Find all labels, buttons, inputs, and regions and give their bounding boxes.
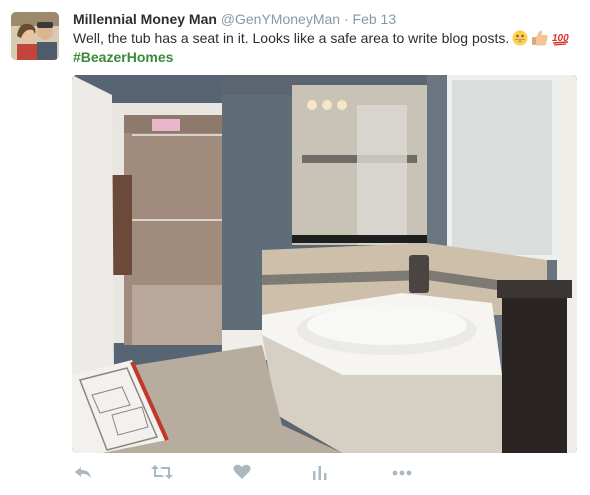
author-name[interactable]: Millennial Money Man — [73, 11, 217, 27]
grinning-face-icon — [512, 30, 528, 51]
avatar-image — [11, 12, 59, 60]
author-handle[interactable]: @GenYMoneyMan — [221, 11, 340, 27]
reply-icon[interactable] — [74, 462, 96, 484]
bathroom-photo — [72, 75, 577, 453]
hashtag-link[interactable]: #BeazerHomes — [73, 48, 173, 67]
tweet-timestamp[interactable]: Feb 13 — [353, 11, 397, 27]
tweet-photo[interactable] — [72, 75, 577, 453]
tweet-header: Millennial Money Man @GenYMoneyMan · Feb… — [73, 10, 396, 28]
retweet-icon[interactable] — [151, 462, 173, 484]
tweet-card: Millennial Money Man @GenYMoneyMan · Feb… — [0, 0, 590, 495]
hundred-points-icon: 100 — [552, 30, 570, 51]
more-icon[interactable] — [391, 462, 413, 484]
tweet-actions — [72, 462, 492, 484]
tweet-body: Well, the tub has a seat in it. Looks li… — [73, 30, 510, 46]
thumbs-up-icon — [531, 30, 549, 51]
like-icon[interactable] — [232, 462, 254, 484]
analytics-icon[interactable] — [310, 462, 332, 484]
avatar[interactable] — [11, 12, 59, 60]
header-separator: · — [343, 11, 349, 27]
